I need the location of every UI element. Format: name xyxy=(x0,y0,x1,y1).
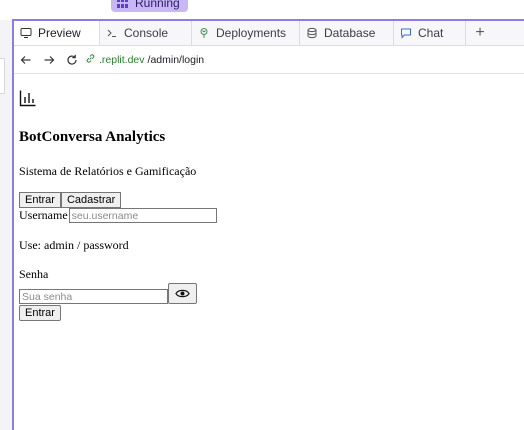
url-field[interactable]: .replit.dev/admin/login xyxy=(85,53,204,67)
monitor-icon xyxy=(20,27,32,39)
toggle-password-button[interactable] xyxy=(168,283,197,304)
auth-tabs: Entrar Cadastrar xyxy=(19,192,122,208)
tab-database[interactable]: Database xyxy=(300,21,394,45)
top-strip: Running xyxy=(0,0,524,20)
password-label: Senha xyxy=(19,267,49,281)
app-frame: Running Preview Console Deployments Data… xyxy=(0,0,524,430)
reload-icon xyxy=(67,54,77,65)
tab-console[interactable]: Console xyxy=(100,21,192,45)
login-tab-button[interactable]: Entrar xyxy=(19,192,61,208)
page-subtitle: Sistema de Relatórios e Gamificação xyxy=(19,164,197,178)
tab-deployments[interactable]: Deployments xyxy=(192,21,300,45)
arrow-left-icon xyxy=(20,55,31,64)
plus-icon: + xyxy=(475,24,485,41)
username-row: Username xyxy=(19,208,217,223)
tab-preview[interactable]: Preview xyxy=(14,21,100,45)
password-input[interactable] xyxy=(19,289,168,304)
preview-url-bar: .replit.dev/admin/login xyxy=(14,46,524,74)
back-button[interactable] xyxy=(15,49,37,71)
workspace-left-edge xyxy=(0,20,12,430)
tab-label: Database xyxy=(324,26,376,40)
tab-label: Chat xyxy=(418,26,444,40)
bar-chart-icon xyxy=(19,89,37,107)
running-label: Running xyxy=(135,0,180,10)
arrow-right-icon xyxy=(44,55,55,64)
reload-button[interactable] xyxy=(61,49,83,71)
running-badge[interactable]: Running xyxy=(111,0,188,12)
pane-tab-bar: Preview Console Deployments Database Cha… xyxy=(14,21,524,46)
credentials-hint: Use: admin / password xyxy=(19,238,129,252)
login-submit-button[interactable]: Entrar xyxy=(19,305,61,321)
forward-button[interactable] xyxy=(38,49,60,71)
username-label: Username xyxy=(19,208,68,222)
terminal-icon xyxy=(106,27,118,39)
tab-label: Preview xyxy=(38,26,81,40)
page-title: BotConversa Analytics xyxy=(19,129,166,145)
preview-page: BotConversa Analytics Sistema de Relatór… xyxy=(14,75,524,430)
deploy-icon xyxy=(198,27,210,39)
collapsed-panel-stub[interactable] xyxy=(0,58,5,94)
tab-chat[interactable]: Chat xyxy=(394,21,466,45)
url-domain: .replit.dev xyxy=(99,53,145,66)
grid-icon xyxy=(117,0,129,8)
register-tab-button[interactable]: Cadastrar xyxy=(60,192,122,208)
password-row xyxy=(19,283,197,304)
eye-icon xyxy=(175,289,190,298)
username-input[interactable] xyxy=(68,208,217,223)
database-icon xyxy=(306,27,318,39)
add-tab-button[interactable]: + xyxy=(466,21,494,45)
tab-label: Console xyxy=(124,26,169,40)
link-icon xyxy=(85,53,96,67)
tab-label: Deployments xyxy=(216,26,287,40)
chat-icon xyxy=(400,27,412,39)
url-path: /admin/login xyxy=(147,53,205,66)
